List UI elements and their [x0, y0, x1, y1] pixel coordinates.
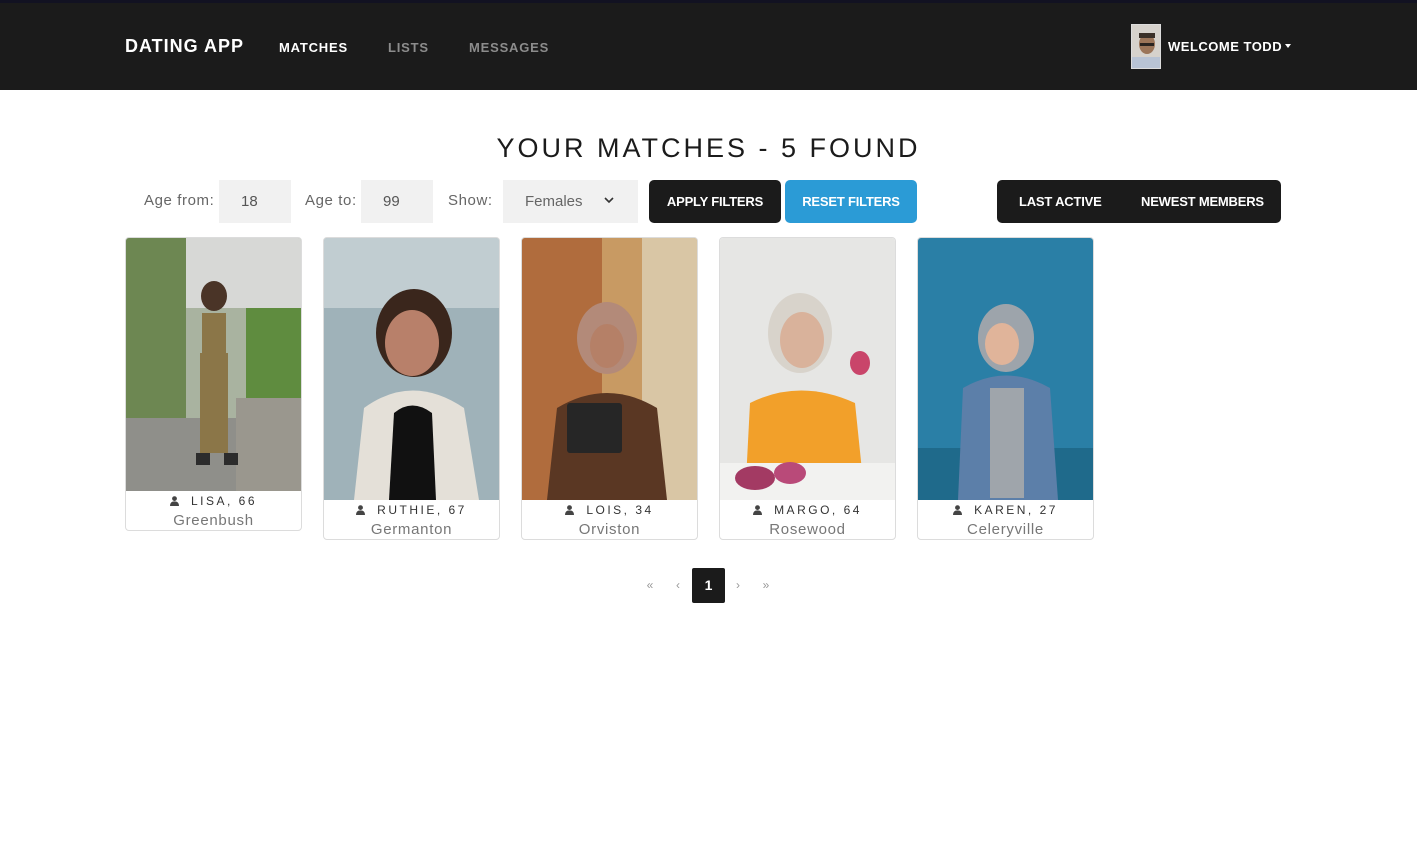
member-photo [324, 238, 499, 500]
member-photo [522, 238, 697, 500]
member-card[interactable]: KAREN, 27 Celeryville [917, 237, 1094, 540]
caret-down-icon [1285, 44, 1292, 48]
gender-select[interactable]: Females [503, 180, 638, 223]
member-card[interactable]: RUTHIE, 67 Germanton [323, 237, 500, 540]
user-icon [953, 505, 963, 515]
show-label: Show: [448, 192, 493, 209]
nav-link-lists[interactable]: LISTS [388, 40, 429, 55]
last-active-button[interactable]: LAST ACTIVE [1019, 180, 1102, 223]
age-from-label: Age from: [144, 192, 215, 209]
member-city: Germanton [370, 521, 453, 538]
member-photo [126, 238, 301, 491]
prev-page-link[interactable]: ‹ [670, 568, 686, 603]
pagination: « ‹ 1 › » [640, 568, 780, 603]
member-photo [720, 238, 895, 500]
member-name-age: MARGO, 64 [720, 503, 895, 517]
user-icon [753, 505, 763, 515]
member-city: Celeryville [967, 521, 1044, 538]
member-name-age: LISA, 66 [126, 494, 301, 508]
member-city: Greenbush [173, 512, 254, 529]
chevron-down-icon [604, 197, 614, 204]
user-icon [565, 505, 575, 515]
member-photo [918, 238, 1093, 500]
nav-link-messages[interactable]: MESSAGES [469, 40, 549, 55]
welcome-text: WELCOME TODD [1168, 39, 1283, 54]
age-to-input[interactable] [361, 180, 433, 223]
user-icon [356, 505, 366, 515]
member-card[interactable]: LOIS, 34 Orviston [521, 237, 698, 540]
page-1-link[interactable]: 1 [692, 568, 725, 603]
first-page-link[interactable]: « [640, 568, 660, 603]
age-to-label: Age to: [305, 192, 357, 209]
newest-members-button[interactable]: NEWEST MEMBERS [1141, 180, 1264, 223]
member-city: Orviston [578, 521, 641, 538]
member-card[interactable]: MARGO, 64 Rosewood [719, 237, 896, 540]
user-icon [169, 496, 179, 506]
page-title: YOUR MATCHES - 5 FOUND [496, 133, 921, 163]
user-menu-dropdown[interactable]: WELCOME TODD [1168, 39, 1292, 54]
age-from-input[interactable] [219, 180, 291, 223]
apply-filters-button[interactable]: APPLY FILTERS [649, 180, 781, 223]
reset-filters-button[interactable]: RESET FILTERS [785, 180, 917, 223]
navbar: DATING APP MATCHES LISTS MESSAGES WELCOM… [0, 0, 1417, 90]
user-avatar[interactable] [1131, 24, 1161, 69]
member-card[interactable]: LISA, 66 Greenbush [125, 237, 302, 531]
gender-select-value: Females [525, 193, 583, 210]
next-page-link[interactable]: › [730, 568, 746, 603]
nav-link-matches[interactable]: MATCHES [279, 40, 348, 55]
member-name-age: RUTHIE, 67 [324, 503, 499, 517]
member-name-age: LOIS, 34 [522, 503, 697, 517]
member-name-age: KAREN, 27 [918, 503, 1093, 517]
brand-link[interactable]: DATING APP [125, 36, 244, 57]
last-page-link[interactable]: » [756, 568, 776, 603]
sort-button-group: LAST ACTIVE NEWEST MEMBERS [997, 180, 1281, 223]
member-city: Rosewood [769, 521, 846, 538]
